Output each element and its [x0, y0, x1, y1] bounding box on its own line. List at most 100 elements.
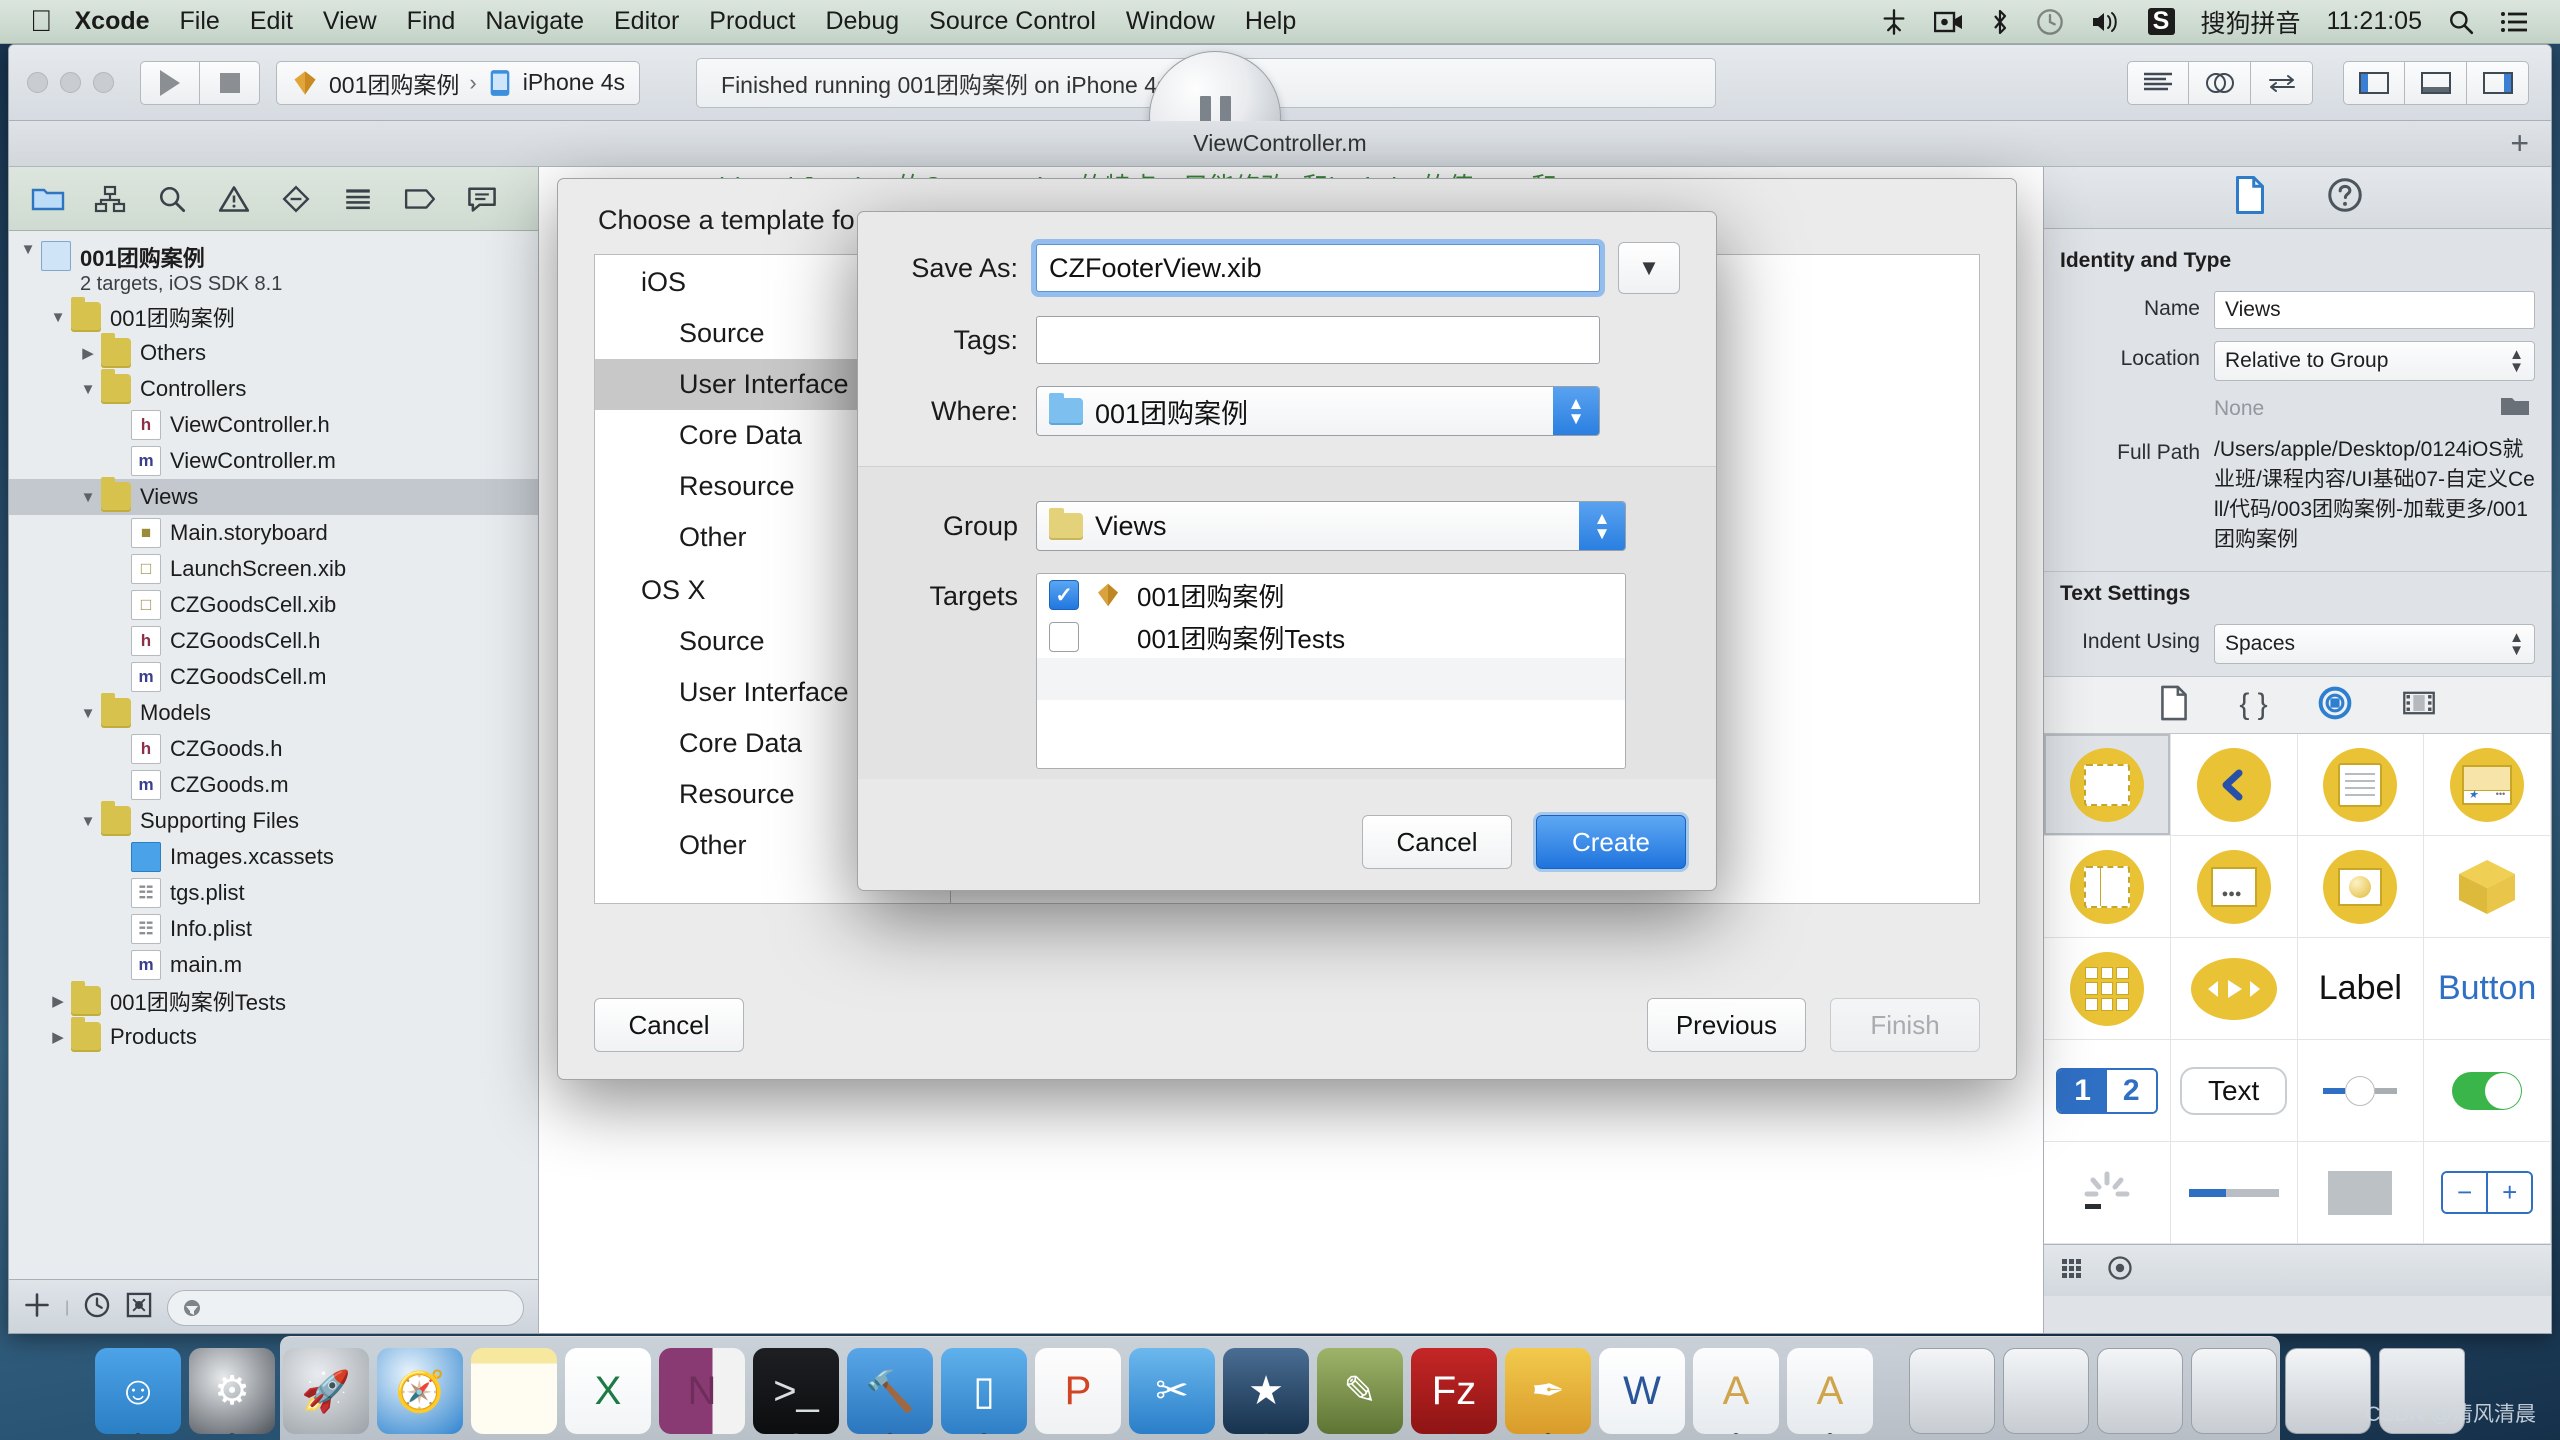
- spotlight-search-icon[interactable]: [2448, 9, 2474, 35]
- input-method-label[interactable]: 搜狗拼音: [2201, 4, 2301, 40]
- airplay-icon[interactable]: [1880, 8, 1908, 36]
- toggle-navigator-button[interactable]: [2343, 60, 2405, 105]
- menu-navigate[interactable]: Navigate: [485, 7, 584, 36]
- word-dock-icon[interactable]: W: [1599, 1348, 1685, 1434]
- debug-navigator-icon[interactable]: [327, 168, 389, 230]
- imovie-dock-icon[interactable]: ★: [1223, 1348, 1309, 1434]
- collection-view-controller-object[interactable]: [2044, 938, 2171, 1040]
- close-window-button[interactable]: [27, 72, 48, 93]
- group-stepper-arrows[interactable]: ▲ ▼: [1579, 502, 1625, 550]
- tags-input[interactable]: [1036, 316, 1600, 364]
- where-stepper-arrows[interactable]: ▲ ▼: [1553, 387, 1599, 435]
- find-navigator-icon[interactable]: [141, 168, 203, 230]
- disclosure-triangle[interactable]: ▼: [15, 241, 41, 258]
- group-popup[interactable]: Views ▲ ▼: [1036, 501, 1626, 551]
- nav-item-ViewController.h[interactable]: h ViewController.h: [9, 407, 538, 443]
- object-library-icon[interactable]: [2318, 686, 2352, 725]
- menu-debug[interactable]: Debug: [825, 7, 899, 36]
- sogou-input-badge[interactable]: S: [2147, 7, 2175, 35]
- appstore-a-dock-icon[interactable]: A: [1693, 1348, 1779, 1434]
- add-icon[interactable]: [23, 1291, 51, 1324]
- apple-menu-icon[interactable]: : [30, 6, 53, 37]
- menu-editor[interactable]: Editor: [614, 7, 679, 36]
- mou-dock-icon[interactable]: ✎: [1317, 1348, 1403, 1434]
- run-button[interactable]: [140, 60, 200, 105]
- nav-item-ViewController.m[interactable]: m ViewController.m: [9, 443, 538, 479]
- screen-recording-icon[interactable]: [1933, 10, 1964, 34]
- test-navigator-icon[interactable]: [265, 168, 327, 230]
- time-machine-icon[interactable]: [2036, 8, 2064, 36]
- simulator-window-minimized-2[interactable]: [2097, 1348, 2183, 1434]
- view-controller-object[interactable]: [2044, 734, 2171, 836]
- menu-edit[interactable]: Edit: [250, 7, 293, 36]
- navigation-controller-object[interactable]: [2170, 734, 2298, 836]
- simulator-window-minimized-3[interactable]: [2191, 1348, 2277, 1434]
- progress-view-object[interactable]: [2170, 1142, 2298, 1244]
- terminal-dock-icon[interactable]: >_: [753, 1348, 839, 1434]
- name-input[interactable]: Views: [2214, 291, 2535, 329]
- volume-icon[interactable]: [2090, 9, 2122, 35]
- simulator-dock-icon[interactable]: ▯: [941, 1348, 1027, 1434]
- nav-item-CZGoodsCell.h[interactable]: h CZGoodsCell.h: [9, 623, 538, 659]
- menu-window[interactable]: Window: [1126, 7, 1215, 36]
- active-tab-title[interactable]: ViewController.m: [1193, 130, 1366, 157]
- report-navigator-icon[interactable]: [451, 168, 513, 230]
- menu-product[interactable]: Product: [709, 7, 795, 36]
- disclosure-triangle[interactable]: ▼: [75, 813, 101, 830]
- filezilla-dock-icon[interactable]: Fz: [1411, 1348, 1497, 1434]
- nav-item-Supporting Files[interactable]: ▼ Supporting Files: [9, 801, 538, 839]
- notification-center-icon[interactable]: [2500, 11, 2528, 33]
- menu-find[interactable]: Find: [407, 7, 456, 36]
- disclosure-triangle[interactable]: ▼: [75, 705, 101, 722]
- nav-item-Info.plist[interactable]: ☷ Info.plist: [9, 911, 538, 947]
- breakpoint-navigator-icon[interactable]: [389, 168, 451, 230]
- page-control-object[interactable]: [2297, 1142, 2425, 1244]
- targets-list[interactable]: ✓ 001团购案例 001团购案例Tests: [1036, 573, 1626, 769]
- where-popup[interactable]: 001团购案例 ▲ ▼: [1036, 386, 1600, 436]
- target-checkbox-unchecked[interactable]: [1049, 622, 1079, 652]
- notes-dock-icon[interactable]: [471, 1348, 557, 1434]
- page-view-controller-object[interactable]: ●●●: [2170, 836, 2298, 938]
- tab-bar-controller-object[interactable]: ★ •••: [2424, 734, 2551, 836]
- nav-item-main.m[interactable]: m main.m: [9, 947, 538, 983]
- disclosure-triangle[interactable]: ▼: [75, 381, 101, 398]
- save-create-button[interactable]: Create: [1536, 815, 1686, 869]
- appstore-b-dock-icon[interactable]: A: [1787, 1348, 1873, 1434]
- media-library-icon[interactable]: [2402, 689, 2436, 722]
- powerpoint-dock-icon[interactable]: P: [1035, 1348, 1121, 1434]
- list-view-icon[interactable]: [2060, 1256, 2088, 1285]
- nav-item-CZGoodsCell.xib[interactable]: □ CZGoodsCell.xib: [9, 587, 538, 623]
- simulator-window-minimized-1[interactable]: [2003, 1348, 2089, 1434]
- disclosure-triangle[interactable]: ▶: [45, 992, 71, 1010]
- disclosure-triangle[interactable]: ▶: [45, 1028, 71, 1046]
- file-inspector-icon[interactable]: [2233, 175, 2267, 220]
- label-object[interactable]: Label: [2297, 938, 2425, 1040]
- add-tab-button[interactable]: +: [2510, 125, 2529, 162]
- indent-popup[interactable]: Spaces ▲ ▼: [2214, 624, 2535, 664]
- nav-item-Main.storyboard[interactable]: ■ Main.storyboard: [9, 515, 538, 551]
- nav-item-001团购案例Tests[interactable]: ▶ 001团购案例Tests: [9, 981, 538, 1019]
- target-checkbox-checked[interactable]: ✓: [1049, 580, 1079, 610]
- disclosure-triangle[interactable]: ▼: [75, 489, 101, 506]
- location-popup[interactable]: Relative to Group ▲ ▼: [2214, 341, 2535, 381]
- save-as-input[interactable]: CZFooterView.xib: [1036, 244, 1600, 292]
- nav-item-Views[interactable]: ▼ Views: [9, 477, 538, 515]
- safari-dock-icon[interactable]: 🧭: [377, 1348, 463, 1434]
- document-window-minimized[interactable]: [1909, 1348, 1995, 1434]
- nav-item-CZGoodsCell.m[interactable]: m CZGoodsCell.m: [9, 659, 538, 695]
- nav-item-Models[interactable]: ▼ Models: [9, 693, 538, 731]
- split-view-controller-object[interactable]: [2044, 836, 2171, 938]
- excel-dock-icon[interactable]: X: [565, 1348, 651, 1434]
- menu-clock[interactable]: 11:21:05: [2327, 7, 2422, 36]
- nav-item-Controllers[interactable]: ▼ Controllers: [9, 369, 538, 407]
- text-field-object[interactable]: Text: [2170, 1040, 2298, 1142]
- nav-item-Products[interactable]: ▶ Products: [9, 1017, 538, 1055]
- sheet-cancel-button[interactable]: Cancel: [594, 998, 744, 1052]
- menu-help[interactable]: Help: [1245, 7, 1296, 36]
- object-library-grid[interactable]: ★ ••• ●●● Label Button 1 2 Text − +: [2044, 734, 2551, 1244]
- snipping-dock-icon[interactable]: ✂: [1129, 1348, 1215, 1434]
- quick-help-icon[interactable]: [2327, 177, 2363, 218]
- version-editor-button[interactable]: [2251, 60, 2313, 105]
- menu-xcode[interactable]: Xcode: [75, 7, 150, 36]
- project-navigator-icon[interactable]: [17, 168, 79, 230]
